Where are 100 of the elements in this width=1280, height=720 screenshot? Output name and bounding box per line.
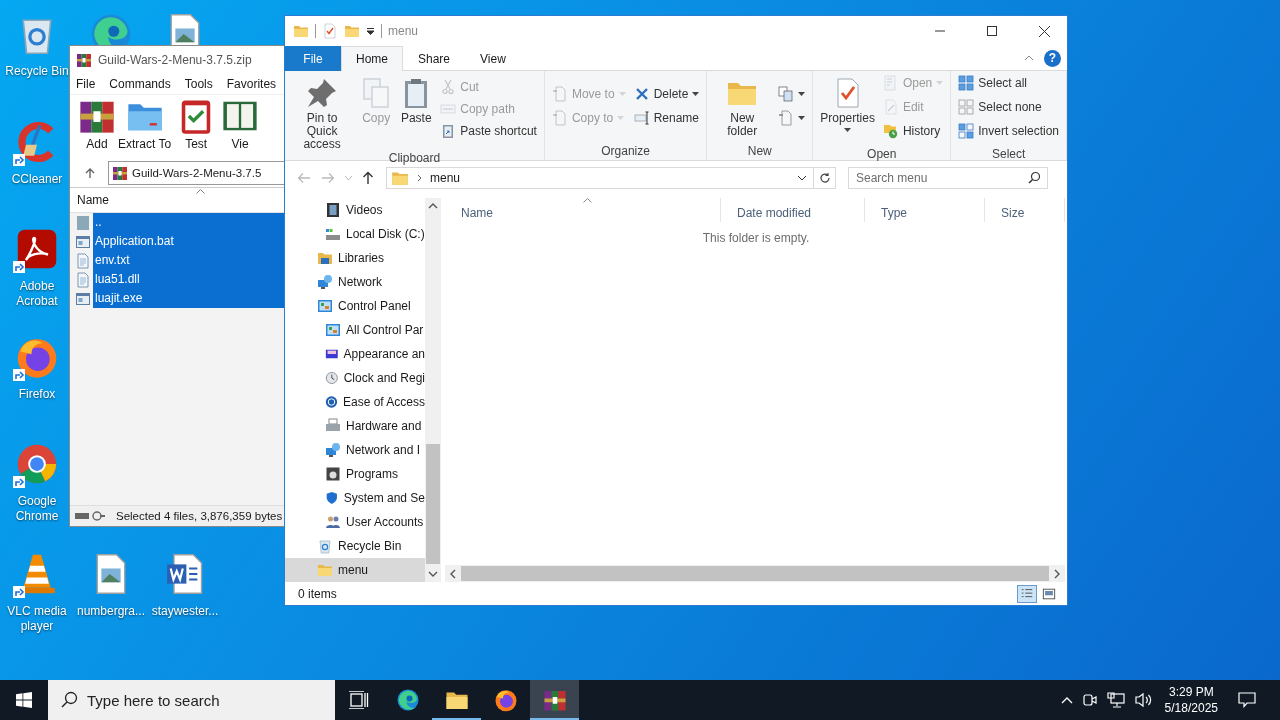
scissors-icon <box>440 79 457 95</box>
nav-item[interactable]: Ease of Access <box>285 390 425 414</box>
ribbon-button[interactable]: Invert selection <box>955 121 1062 141</box>
new-item-icon <box>778 85 795 102</box>
file-name[interactable]: Application.bat <box>93 232 284 251</box>
file-tab[interactable]: File <box>285 46 341 71</box>
ribbon-button[interactable]: Paste shortcut <box>437 121 540 141</box>
up-arrow-icon[interactable] <box>84 167 96 179</box>
nav-item[interactable]: Videos <box>285 198 425 222</box>
users-icon <box>325 514 341 530</box>
network-icon[interactable] <box>1106 692 1125 708</box>
file-name[interactable]: luajit.exe <box>93 289 284 308</box>
acrobat-icon <box>15 227 59 271</box>
ribbon-button[interactable]: New folder <box>711 73 774 138</box>
nav-item[interactable]: Hardware and <box>285 414 425 438</box>
toolbar-button[interactable]: Add <box>82 97 112 151</box>
file-name[interactable]: env.txt <box>93 251 284 270</box>
page-icon <box>778 109 795 126</box>
nav-item[interactable]: All Control Par <box>285 318 425 342</box>
file-name[interactable]: .. <box>93 213 284 232</box>
ribbon-group-label: New <box>746 144 773 160</box>
column-header[interactable]: Name <box>445 198 721 222</box>
ribbon-group-label: Select <box>990 147 1027 161</box>
pin-icon <box>306 77 339 109</box>
nav-item[interactable]: Programs <box>285 462 425 486</box>
ribbon-button[interactable]: Select none <box>955 97 1062 117</box>
menubar-entry[interactable]: Favorites <box>226 77 277 91</box>
vertical-scrollbar[interactable] <box>425 198 441 582</box>
nav-item[interactable]: menu <box>285 558 425 582</box>
windows-logo-icon <box>16 692 32 708</box>
column-header[interactable]: Size <box>985 198 1065 222</box>
nav-item[interactable]: Control Panel <box>285 294 425 318</box>
chrome-icon <box>15 442 59 486</box>
file-name[interactable]: lua51.dll <box>93 270 284 289</box>
search-icon <box>1028 171 1041 184</box>
chevron-up-icon[interactable] <box>1060 696 1073 704</box>
collapse-ribbon-icon[interactable] <box>1024 55 1034 61</box>
menubar-entry[interactable]: Commands <box>109 77 171 91</box>
page-icon <box>551 85 568 102</box>
nav-item[interactable]: Network <box>285 270 425 294</box>
nav-item[interactable]: Local Disk (C:) <box>285 222 425 246</box>
edge-icon <box>395 688 420 712</box>
column-header[interactable]: Name <box>70 188 284 212</box>
toolbar-button[interactable]: Extract To <box>118 97 172 151</box>
nav-item[interactable]: Recycle Bin <box>285 534 425 558</box>
disc-box-icon <box>325 466 341 482</box>
toolbar-button[interactable]: Vie <box>221 97 260 151</box>
menubar-entry[interactable]: File <box>76 77 96 91</box>
path-field[interactable]: Guild-Wars-2-Menu-3.7.5 <box>108 161 284 185</box>
column-header[interactable]: Type <box>865 198 985 222</box>
refresh-icon <box>818 172 831 184</box>
toolbar-button[interactable]: Test <box>177 97 216 151</box>
ribbon-tab[interactable]: Home <box>341 46 403 71</box>
document-icon <box>75 271 91 288</box>
ribbon-button[interactable]: Pin to Quick access <box>289 73 356 151</box>
horizontal-scrollbar[interactable] <box>445 565 1065 582</box>
help-button[interactable]: ? <box>1044 49 1061 67</box>
column-header[interactable]: Date modified <box>721 198 865 222</box>
winrar-icon <box>542 688 567 712</box>
view-button[interactable] <box>1017 585 1037 603</box>
nav-item[interactable]: System and Se <box>285 486 425 510</box>
chevron-down-icon[interactable] <box>797 175 807 181</box>
nav-item[interactable]: Clock and Regi <box>285 366 425 390</box>
grid-icon <box>958 123 975 139</box>
firefox-icon <box>493 688 518 712</box>
history-icon <box>882 123 899 139</box>
customize-caret-icon[interactable] <box>366 27 375 35</box>
ribbon-button[interactable]: Paste <box>397 73 436 125</box>
minimize-icon <box>935 30 945 32</box>
item-count: 0 items <box>298 587 337 601</box>
ribbon-tab[interactable]: View <box>465 46 521 71</box>
address-bar[interactable]: menu <box>386 167 814 189</box>
nav-item[interactable]: Appearance an <box>285 342 425 366</box>
page-icon <box>551 109 568 126</box>
ribbon-button[interactable]: Select all <box>955 73 1062 93</box>
clock-date[interactable]: 5/18/2025 <box>1164 700 1218 716</box>
chevron-right-icon <box>417 174 422 182</box>
notification-icon[interactable] <box>1238 692 1256 708</box>
ribbon-button[interactable]: Properties <box>817 73 878 132</box>
taskbar-search-field[interactable]: Type here to search <box>48 680 335 720</box>
folder-up-icon <box>75 214 91 231</box>
ribbon-button[interactable]: Rename <box>630 107 703 128</box>
nav-item[interactable]: Network and I <box>285 438 425 462</box>
clock-time[interactable]: 3:29 PM <box>1168 684 1214 700</box>
speaker-icon[interactable] <box>1134 692 1153 708</box>
film-icon <box>325 202 341 218</box>
ribbon-button[interactable]: Delete <box>630 83 703 104</box>
nav-item[interactable]: Libraries <box>285 246 425 270</box>
grid-icon <box>958 75 975 91</box>
ribbon-tab[interactable]: Share <box>403 46 466 71</box>
ribbon-button[interactable]: History <box>879 121 947 141</box>
up-arrow-icon[interactable] <box>362 171 374 185</box>
recycle-bin-icon <box>317 538 333 554</box>
large-icons-view-icon <box>1042 587 1056 601</box>
search-field[interactable]: Search menu <box>848 167 1048 189</box>
drive-icon <box>325 226 341 242</box>
refresh-button[interactable] <box>814 167 836 189</box>
camera-icon[interactable] <box>1082 692 1097 708</box>
menubar-entry[interactable]: Tools <box>184 77 213 91</box>
nav-item[interactable]: User Accounts <box>285 510 425 534</box>
